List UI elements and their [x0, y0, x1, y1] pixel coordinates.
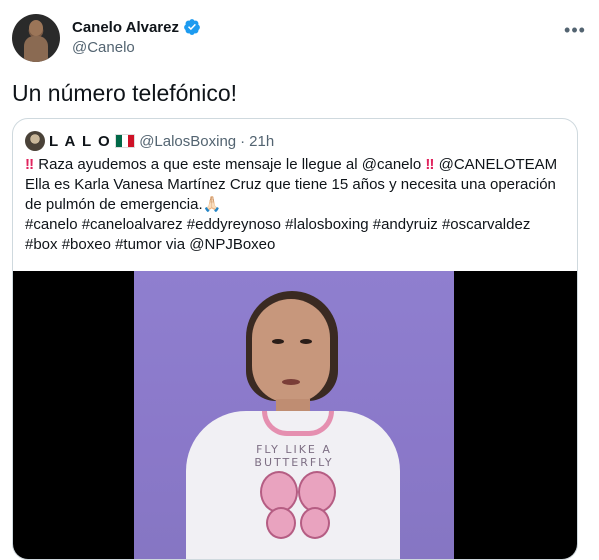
quoted-text-line: Ella es Karla Vanesa Martínez Cruz que t… [25, 176, 556, 193]
quoted-tweet-header: L A L O @LalosBoxing · 21h [25, 131, 274, 151]
shirt-print-text: FLY LIKE A BUTTERFLY [254, 443, 334, 469]
video-player[interactable]: FLY LIKE A BUTTERFLY [13, 271, 577, 559]
quoted-text-line: de pulmón de emergencia.🙏🏻 [25, 196, 222, 213]
more-options-icon[interactable]: ••• [563, 18, 587, 42]
quoted-author-avatar[interactable] [25, 131, 45, 151]
tweet-header: Canelo Alvarez @Canelo ••• [12, 12, 587, 64]
author-info: Canelo Alvarez @Canelo [72, 18, 201, 56]
tweet-text: Un número telefónico! [12, 80, 238, 106]
author-avatar[interactable] [12, 14, 60, 62]
author-handle[interactable]: @Canelo [72, 39, 201, 56]
verified-badge-icon [184, 19, 200, 35]
hashtag-line[interactable]: #canelo #caneloalvarez #eddyreynoso #lal… [25, 215, 565, 235]
quoted-tweet-time[interactable]: 21h [249, 133, 274, 150]
butterfly-icon [256, 471, 336, 541]
quoted-tweet[interactable]: L A L O @LalosBoxing · 21h ‼ Raza ayudem… [12, 118, 578, 560]
quoted-text-line: ‼ Raza ayudemos a que este mensaje le ll… [25, 156, 558, 173]
quoted-author-handle[interactable]: @LalosBoxing [139, 133, 236, 150]
quoted-tweet-text: ‼ Raza ayudemos a que este mensaje le ll… [25, 155, 565, 255]
mexico-flag-icon [115, 134, 136, 148]
author-display-name[interactable]: Canelo Alvarez [72, 19, 179, 36]
separator-dot: · [240, 132, 246, 150]
quoted-author-name[interactable]: L A L O [49, 133, 111, 150]
video-frame: FLY LIKE A BUTTERFLY [134, 271, 454, 559]
hashtag-line[interactable]: #box #boxeo #tumor via @NPJBoxeo [25, 235, 565, 255]
double-exclamation-emoji: ‼ [25, 156, 35, 173]
